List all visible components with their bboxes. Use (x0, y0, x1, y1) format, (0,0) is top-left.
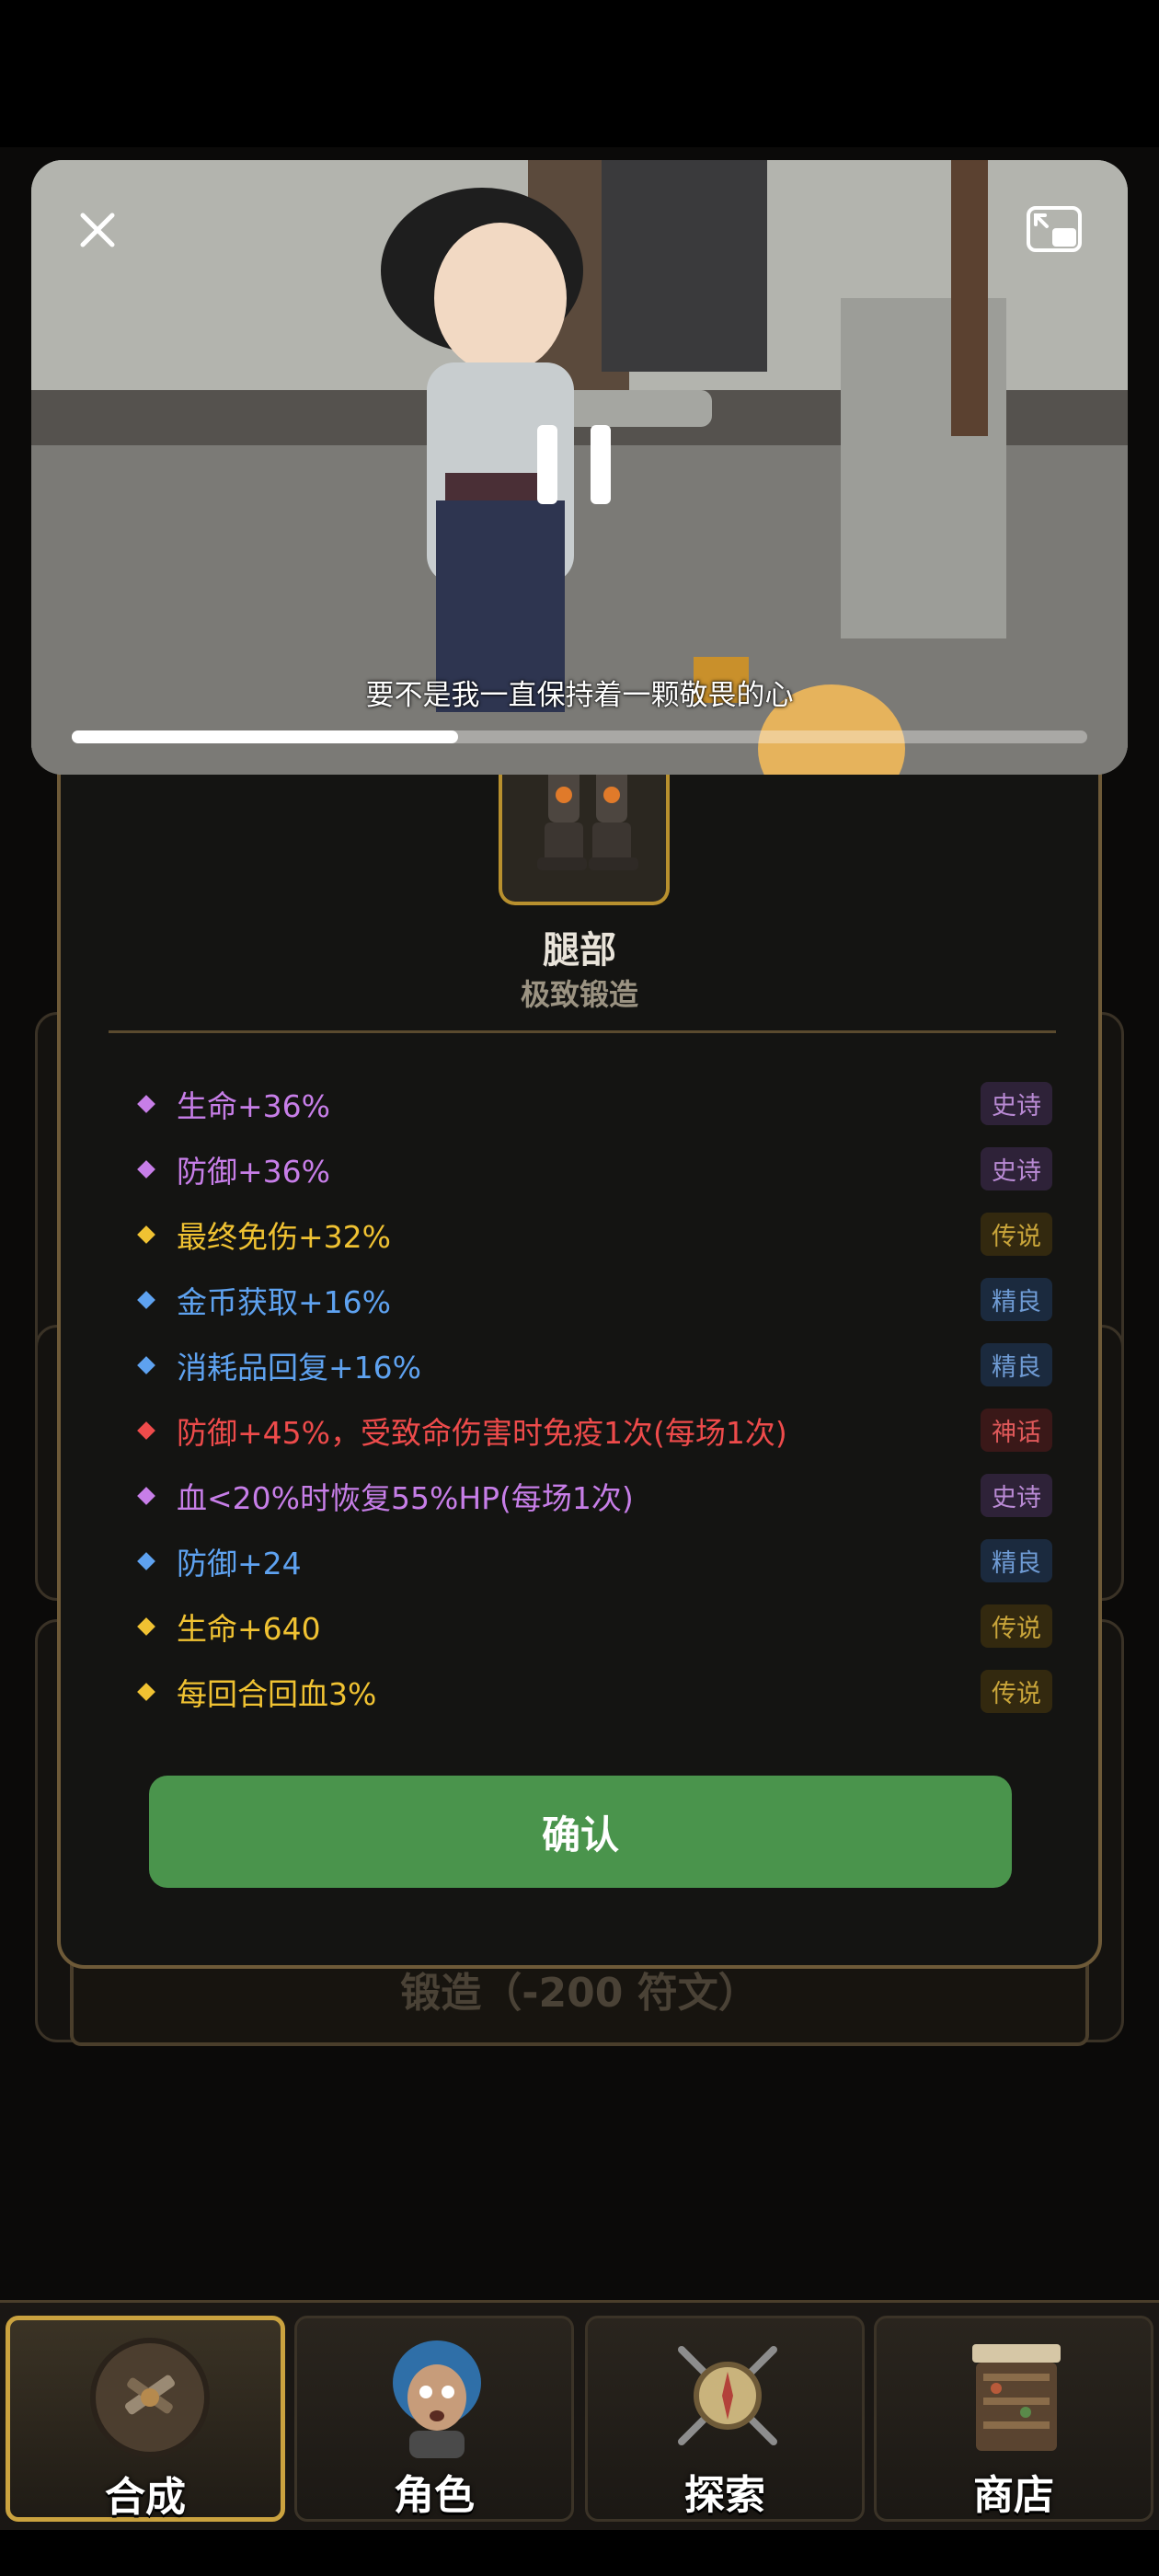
item-forge-level: 极致锻造 (520, 977, 638, 1012)
compass-swords-icon (678, 2346, 777, 2445)
stat-text: 金币获取+16% (177, 1283, 391, 1320)
tab-label: 角色 (394, 2472, 475, 2519)
stat-row: 血<20%时恢复55%HP(每场1次) 史诗 (132, 1463, 1052, 1528)
rarity-diamond-icon (137, 1159, 155, 1179)
rarity-diamond-icon (137, 1682, 155, 1701)
stat-text: 生命+36% (177, 1087, 330, 1124)
stat-text: 防御+45%，受致命伤害时免疫1次(每场1次) (177, 1414, 787, 1451)
rarity-badge: 传说 (981, 1604, 1052, 1648)
rarity-badge: 传说 (981, 1670, 1052, 1713)
rarity-badge: 史诗 (981, 1474, 1052, 1517)
rarity-diamond-icon (137, 1290, 155, 1309)
rarity-diamond-icon (137, 1486, 155, 1505)
shop-shelf-icon (972, 2344, 1061, 2451)
rarity-diamond-icon (137, 1551, 155, 1570)
video-subtitle: 要不是我一直保持着一颗敬畏的心 (365, 679, 794, 712)
stat-list: 生命+36% 史诗 防御+36% 史诗 最终免伤+32% 传说 金币获取+16% 精良 消耗品回… (132, 1071, 1052, 1724)
tab-explore[interactable]: 探索 (585, 2316, 865, 2522)
stat-row: 生命+640 传说 (132, 1593, 1052, 1659)
rarity-badge: 精良 (981, 1539, 1052, 1582)
rarity-diamond-icon (137, 1355, 155, 1374)
tab-crafting[interactable]: 合成 (6, 2316, 285, 2522)
stat-row: 金币获取+16% 精良 (132, 1267, 1052, 1332)
stat-text: 血<20%时恢复55%HP(每场1次) (177, 1479, 634, 1516)
tab-label: 探索 (684, 2472, 765, 2519)
rarity-diamond-icon (137, 1225, 155, 1244)
stat-row: 最终免伤+32% 传说 (132, 1202, 1052, 1267)
character-portrait-icon (393, 2340, 481, 2458)
pause-icon[interactable] (537, 425, 611, 513)
rarity-badge: 传说 (981, 1213, 1052, 1256)
stat-text: 防御+36% (177, 1153, 330, 1190)
stat-row: 防御+24 精良 (132, 1528, 1052, 1593)
divider (109, 1030, 1056, 1033)
close-icon[interactable] (68, 201, 127, 259)
stat-text: 消耗品回复+16% (177, 1349, 421, 1386)
item-slot (499, 767, 670, 905)
stat-row: 每回合回血3% 传说 (132, 1659, 1052, 1724)
stat-row: 生命+36% 史诗 (132, 1071, 1052, 1136)
video-progress-bar[interactable] (72, 730, 1087, 743)
confirm-button-label: 确认 (541, 1811, 619, 1857)
stat-row: 防御+36% 史诗 (132, 1136, 1052, 1202)
rarity-badge: 史诗 (981, 1147, 1052, 1190)
item-detail-modal: 腿部 极致锻造 生命+36% 史诗 防御+36% 史诗 最终免伤+32% 传说 金币获取+1… (57, 727, 1102, 1969)
tab-label: 合成 (105, 2474, 186, 2521)
stat-text: 最终免伤+32% (177, 1218, 391, 1255)
picture-in-picture-icon[interactable] (1025, 204, 1084, 256)
rarity-badge: 神话 (981, 1409, 1052, 1452)
rarity-badge: 精良 (981, 1343, 1052, 1386)
item-name: 腿部 (543, 929, 616, 972)
rarity-diamond-icon (137, 1420, 155, 1440)
rarity-badge: 史诗 (981, 1082, 1052, 1125)
stat-row: 防御+45%，受致命伤害时免疫1次(每场1次) 神话 (132, 1397, 1052, 1463)
video-player[interactable]: 要不是我一直保持着一颗敬畏的心 (31, 160, 1128, 775)
rarity-badge: 精良 (981, 1278, 1052, 1321)
tab-character[interactable]: 角色 (294, 2316, 574, 2522)
video-progress-fill (72, 730, 458, 743)
stat-text: 每回合回血3% (177, 1675, 377, 1712)
bottom-nav: 合成 角色 探索 商店 (0, 2300, 1159, 2530)
tab-shop[interactable]: 商店 (874, 2316, 1153, 2522)
stat-text: 防御+24 (177, 1545, 302, 1581)
rarity-diamond-icon (137, 1616, 155, 1636)
rarity-diamond-icon (137, 1094, 155, 1113)
leg-armor-icon (537, 767, 638, 870)
stat-row: 消耗品回复+16% 精良 (132, 1332, 1052, 1397)
tab-label: 商店 (973, 2472, 1054, 2519)
confirm-button[interactable]: 确认 (149, 1776, 1012, 1888)
crafting-tools-icon (90, 2338, 210, 2457)
stat-text: 生命+640 (177, 1610, 321, 1647)
